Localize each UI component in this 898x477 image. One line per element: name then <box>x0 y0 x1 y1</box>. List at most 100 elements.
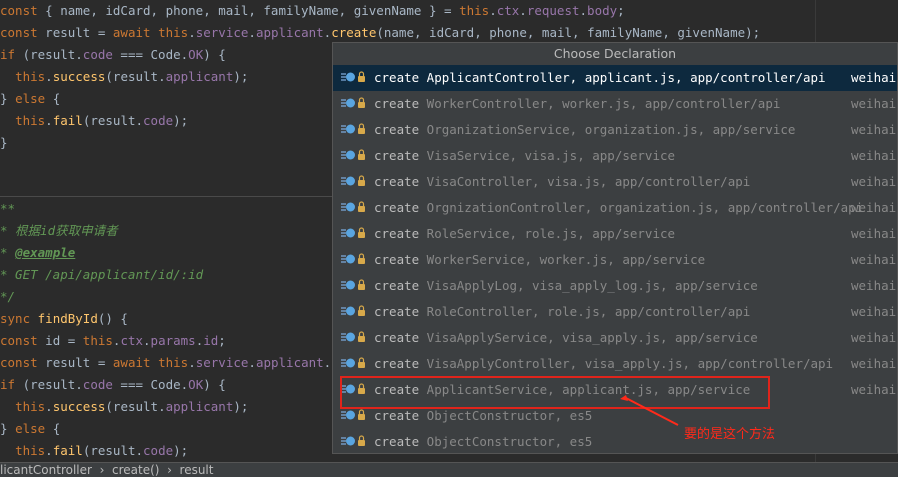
declaration-text: create OrgnizationController, organizati… <box>374 195 863 221</box>
annotation-text: 要的是这个方法 <box>684 427 776 442</box>
code-line: this.fail(result.code); <box>0 110 188 132</box>
declaration-method: create <box>374 304 420 319</box>
code-token: this <box>82 333 113 348</box>
code-token: . <box>45 443 53 458</box>
declaration-item[interactable]: create OrgnizationController, organizati… <box>333 195 897 221</box>
code-token: (result. <box>15 377 83 392</box>
code-token: (name, idCard, phone, mail, familyName, … <box>376 25 761 40</box>
popup-title: Choose Declaration <box>333 43 897 65</box>
code-token: this <box>158 355 189 370</box>
declaration-text: create VisaService, visa.js, app/service <box>374 143 675 169</box>
code-token: ** <box>0 201 16 216</box>
declaration-item[interactable]: create VisaApplyService, visa_apply.js, … <box>333 325 897 351</box>
declaration-module: weihai <box>851 148 897 163</box>
declaration-module: weihai <box>851 96 897 111</box>
declaration-module: weihai <box>851 304 897 319</box>
method-icon <box>339 195 369 221</box>
breadcrumb-statusbar[interactable]: licantController › create() › result <box>0 462 898 477</box>
declaration-item[interactable]: create OrganizationService, organization… <box>333 117 897 143</box>
declaration-method: create <box>374 96 420 111</box>
code-token: === Code. <box>112 47 189 62</box>
code-token: { <box>45 421 61 436</box>
declaration-item[interactable]: create VisaApplyController, visa_apply.j… <box>333 351 897 377</box>
code-token: . <box>519 3 527 18</box>
code-token: ; <box>617 3 625 18</box>
code-token: OK <box>188 377 204 392</box>
code-token: applicant <box>165 69 234 84</box>
declaration-module: weihai <box>851 122 897 137</box>
code-token: id <box>203 333 219 348</box>
code-token: else <box>15 91 46 106</box>
declaration-item[interactable]: create VisaService, visa.js, app/service… <box>333 143 897 169</box>
method-icon <box>339 299 369 325</box>
declaration-text: create ObjectConstructor, es5 <box>374 429 592 453</box>
code-token: else <box>15 421 46 436</box>
code-token: fail <box>52 443 83 458</box>
code-token: success <box>52 69 106 84</box>
code-token: . <box>188 25 196 40</box>
code-line: const { name, idCard, phone, mail, famil… <box>0 0 625 22</box>
code-line: * @example <box>0 242 75 264</box>
declaration-method: create <box>374 408 420 423</box>
code-token: request <box>526 3 580 18</box>
code-line: if (result.code === Code.OK) { <box>0 44 226 66</box>
declaration-item[interactable]: create WorkerController, worker.js, app/… <box>333 91 897 117</box>
code-token: ); <box>233 69 249 84</box>
declaration-item[interactable]: create RoleService, role.js, app/service… <box>333 221 897 247</box>
code-token: */ <box>0 289 16 304</box>
declaration-text: create ApplicantController, applicant.js… <box>374 65 826 91</box>
declaration-item[interactable]: create ObjectConstructor, es5 <box>333 429 897 453</box>
code-token: service <box>195 355 249 370</box>
code-token: if <box>0 47 16 62</box>
declaration-location: OrgnizationController, organization.js, … <box>419 200 864 215</box>
declaration-location: VisaService, visa.js, app/service <box>419 148 676 163</box>
declaration-item[interactable]: create RoleController, role.js, app/cont… <box>333 299 897 325</box>
code-line: if (result.code === Code.OK) { <box>0 374 226 396</box>
code-token: ) { <box>203 47 226 62</box>
code-token: . <box>143 333 151 348</box>
code-token: await <box>112 25 151 40</box>
code-line: } else { <box>0 418 60 440</box>
method-icon <box>339 169 369 195</box>
declaration-location: VisaApplyService, visa_apply.js, app/ser… <box>419 330 758 345</box>
code-line: * 根据id获取申请者 <box>0 220 118 242</box>
code-token: (result. <box>15 47 83 62</box>
declaration-item[interactable]: create VisaApplyLog, visa_apply_log.js, … <box>333 273 897 299</box>
code-token: code <box>143 443 174 458</box>
declaration-module: weihai <box>851 174 897 189</box>
declaration-item[interactable]: create VisaController, visa.js, app/cont… <box>333 169 897 195</box>
code-token: . <box>188 355 196 370</box>
declaration-text: create VisaApplyLog, visa_apply_log.js, … <box>374 273 758 299</box>
declaration-method: create <box>374 226 420 241</box>
declaration-location: WorkerService, worker.js, app/service <box>419 252 706 267</box>
code-token: ); <box>173 443 189 458</box>
declaration-method: create <box>374 330 420 345</box>
code-token: ); <box>173 113 189 128</box>
declaration-method: create <box>374 252 420 267</box>
code-token: (result. <box>82 113 144 128</box>
code-line: } else { <box>0 88 60 110</box>
code-token: fail <box>52 113 83 128</box>
code-token: success <box>52 399 106 414</box>
method-icon <box>339 91 369 117</box>
declaration-location: ObjectConstructor, es5 <box>419 408 593 423</box>
code-token: { name, idCard, phone, mail, familyName,… <box>37 3 460 18</box>
code-token: const <box>0 355 38 370</box>
declaration-item[interactable]: create ApplicantController, applicant.js… <box>333 65 897 91</box>
code-token: body <box>587 3 618 18</box>
code-token: === Code. <box>112 377 189 392</box>
code-token: . <box>45 399 53 414</box>
code-token: (result. <box>105 69 166 84</box>
declaration-module: weihai <box>851 252 897 267</box>
declaration-module: weihai <box>851 356 897 371</box>
code-token: ctx <box>496 3 520 18</box>
declaration-item[interactable]: create WorkerService, worker.js, app/ser… <box>333 247 897 273</box>
declaration-text: create VisaApplyController, visa_apply.j… <box>374 351 833 377</box>
declaration-location: VisaController, visa.js, app/controller/… <box>419 174 751 189</box>
code-token: * <box>0 245 16 260</box>
code-token: @example <box>15 245 76 260</box>
